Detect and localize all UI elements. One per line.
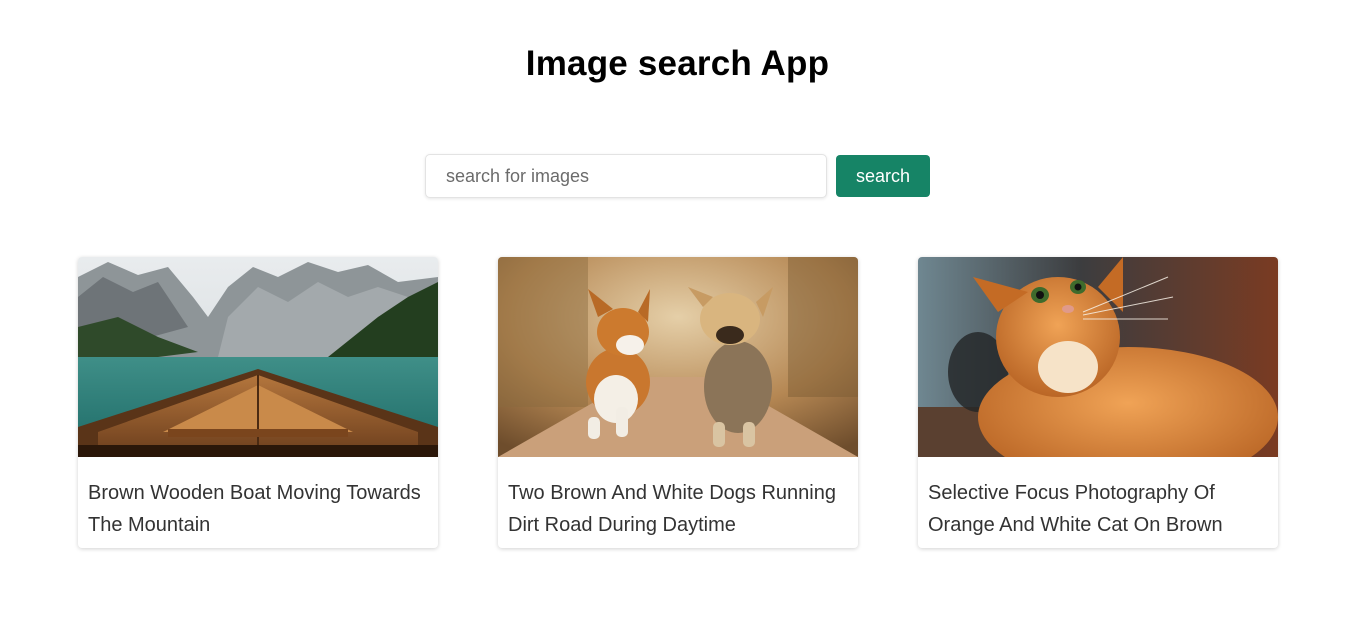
search-form: search: [425, 154, 930, 198]
card-title: Selective Focus Photography Of Orange An…: [928, 482, 1223, 548]
orange-cat-image[interactable]: [918, 257, 1278, 457]
two-dogs-running-image[interactable]: [498, 257, 858, 457]
search-button[interactable]: search: [836, 155, 930, 197]
card-title: Brown Wooden Boat Moving Towards The Mou…: [88, 482, 421, 536]
image-card[interactable]: Two Brown And White Dogs Running Dirt Ro…: [498, 257, 858, 548]
search-input[interactable]: [425, 154, 827, 198]
card-title: Two Brown And White Dogs Running Dirt Ro…: [508, 482, 836, 536]
image-card[interactable]: Selective Focus Photography Of Orange An…: [918, 257, 1278, 548]
app-page: Image search App search for images searc…: [0, 0, 1355, 642]
page-title: Image search App: [525, 44, 830, 83]
image-card[interactable]: Brown Wooden Boat Moving Towards The Mou…: [78, 257, 438, 548]
mountain-lake-boat-image[interactable]: [78, 257, 438, 457]
results-grid: Brown Wooden Boat Moving Towards The Mou…: [78, 257, 1278, 548]
